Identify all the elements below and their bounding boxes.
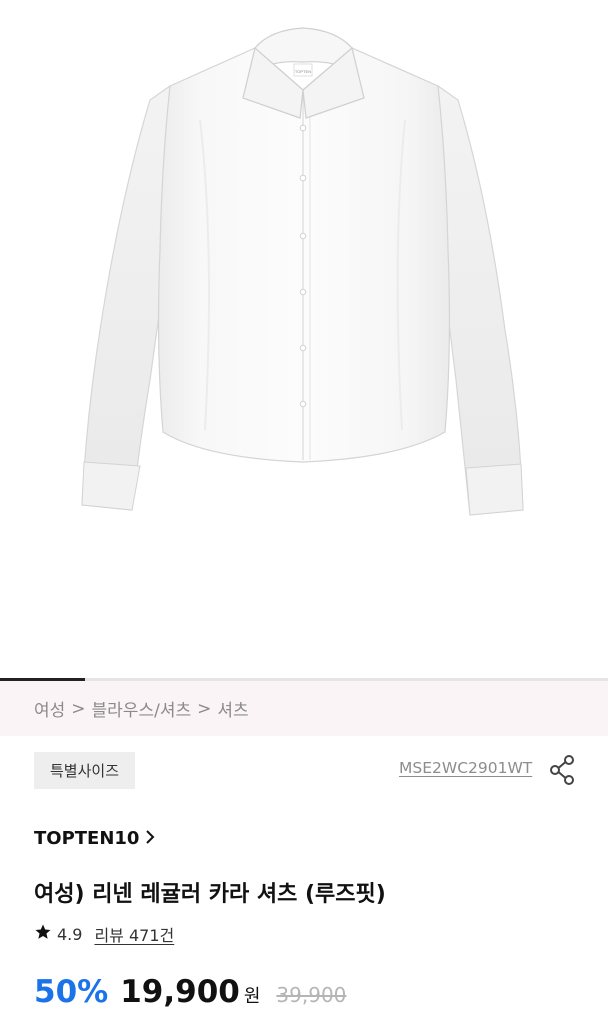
- brand-name: TOPTEN10: [34, 828, 140, 849]
- sale-price: 19,900: [120, 974, 240, 1010]
- product-title: 여성) 리넨 레귤러 카라 셔츠 (루즈핏): [34, 882, 386, 907]
- chevron-right-icon: [145, 828, 155, 849]
- product-image[interactable]: TOPTEN: [0, 0, 608, 678]
- collar-label: TOPTEN: [295, 69, 311, 74]
- breadcrumb-item-shirts[interactable]: 셔츠: [217, 696, 248, 721]
- original-price: 39,900: [276, 983, 347, 1007]
- star-icon: [34, 923, 52, 945]
- breadcrumb: 여성 > 블라우스/셔츠 > 셔츠: [0, 681, 608, 736]
- review-count-link[interactable]: 리뷰 471건: [94, 922, 174, 946]
- breadcrumb-separator: >: [71, 698, 86, 719]
- breadcrumb-item-women[interactable]: 여성: [34, 696, 65, 721]
- discount-rate: 50%: [34, 974, 109, 1010]
- brand-link[interactable]: TOPTEN10: [34, 828, 155, 849]
- special-size-tag: 특별사이즈: [34, 752, 136, 789]
- breadcrumb-separator: >: [197, 698, 212, 719]
- shirt-illustration: TOPTEN: [81, 27, 524, 516]
- price-row: 50% 19,900 원 39,900: [34, 974, 346, 1010]
- rating-row: 4.9 리뷰 471건: [34, 922, 174, 946]
- share-button[interactable]: [548, 754, 578, 786]
- rating-score: 4.9: [57, 924, 83, 944]
- product-detail-page: TOPTEN 여성 > 블라우스/셔츠 > 셔츠 특별사이즈 MSE2WC290…: [0, 0, 608, 1024]
- share-icon: [550, 755, 574, 785]
- breadcrumb-item-blouse-shirts[interactable]: 블라우스/셔츠: [92, 696, 192, 721]
- currency-unit: 원: [243, 986, 261, 1007]
- product-code[interactable]: MSE2WC2901WT: [399, 759, 532, 777]
